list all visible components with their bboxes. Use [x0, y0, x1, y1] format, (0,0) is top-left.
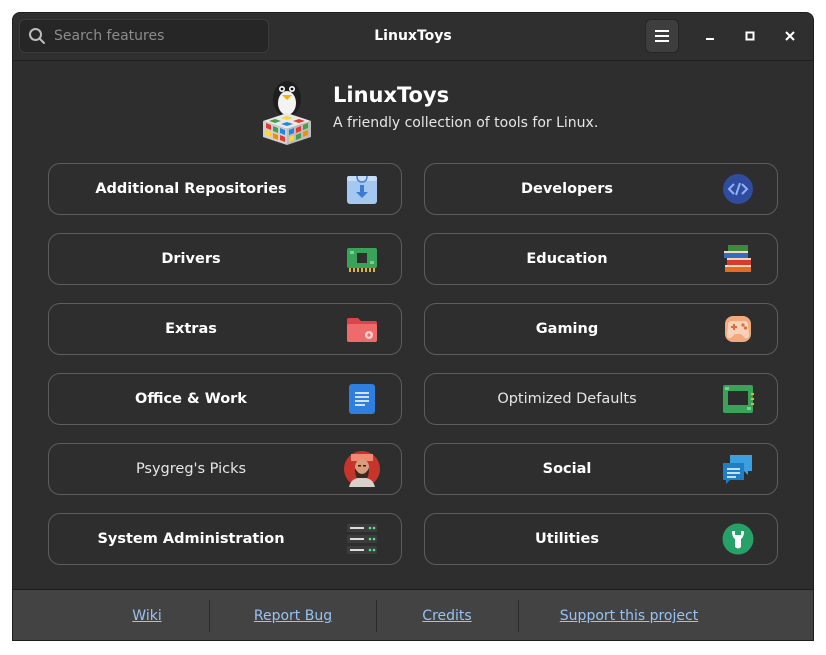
code-icon: [723, 174, 753, 204]
hero-subtitle: A friendly collection of tools for Linux…: [333, 115, 599, 131]
chip-icon: [723, 385, 754, 413]
category-developers[interactable]: Developers: [424, 163, 778, 215]
category-additional-repositories[interactable]: Additional Repositories: [48, 163, 402, 215]
main-menu-button[interactable]: [645, 19, 679, 53]
category-label: System Administration: [97, 531, 285, 547]
footer-divider: [209, 600, 210, 632]
footer-divider: [376, 600, 377, 632]
report-bug-link[interactable]: Report Bug: [233, 590, 353, 640]
search-icon: [29, 28, 45, 44]
main-content: LinuxToys A friendly collection of tools…: [13, 61, 813, 589]
category-system-administration[interactable]: System Administration: [48, 513, 402, 565]
category-label: Utilities: [535, 531, 599, 547]
search-box[interactable]: [19, 19, 269, 53]
document-icon: [349, 384, 375, 414]
category-drivers[interactable]: Drivers: [48, 233, 402, 285]
category-optimized-defaults[interactable]: Optimized Defaults: [424, 373, 778, 425]
bearded-avatar-icon: [344, 451, 380, 487]
category-gaming[interactable]: Gaming: [424, 303, 778, 355]
credits-link[interactable]: Credits: [401, 590, 493, 640]
repository-bag-icon: [347, 175, 377, 204]
category-label: Developers: [520, 181, 614, 197]
category-label: Psygreg's Picks: [135, 461, 247, 477]
category-office-work[interactable]: Office & Work: [48, 373, 402, 425]
category-label: Office & Work: [135, 391, 247, 407]
server-rack-icon: [347, 524, 377, 554]
support-project-link[interactable]: Support this project: [543, 590, 715, 640]
minimize-button[interactable]: [697, 23, 723, 49]
wiki-link[interactable]: Wiki: [113, 590, 181, 640]
category-label: Drivers: [161, 251, 221, 267]
category-label: Additional Repositories: [95, 181, 287, 197]
circuit-board-icon: [347, 248, 377, 272]
category-extras[interactable]: Extras: [48, 303, 402, 355]
gamepad-icon: [725, 316, 751, 342]
chat-bubbles-icon: [723, 455, 752, 484]
category-psygregs-picks[interactable]: Psygreg's Picks: [48, 443, 402, 495]
hand-tool-icon: [722, 523, 754, 555]
folder-gear-icon: [347, 318, 377, 342]
category-label: Social: [542, 461, 592, 477]
maximize-icon: [745, 31, 755, 41]
category-social[interactable]: Social: [424, 443, 778, 495]
close-icon: [785, 31, 795, 41]
close-button[interactable]: [777, 23, 803, 49]
category-label: Education: [526, 251, 608, 267]
maximize-button[interactable]: [737, 23, 763, 49]
books-icon: [724, 245, 751, 272]
category-label: Extras: [165, 321, 217, 337]
linuxtoys-logo-icon: [263, 81, 311, 145]
hamburger-menu-icon: [655, 30, 669, 42]
search-input[interactable]: [52, 27, 268, 45]
footer-divider: [518, 600, 519, 632]
app-window: LinuxToys: [12, 12, 814, 641]
minimize-icon: [706, 38, 714, 40]
category-label: Gaming: [535, 321, 599, 337]
hero-title: LinuxToys: [333, 83, 450, 107]
footer-bar: Wiki Report Bug Credits Support this pro…: [13, 589, 813, 640]
category-label: Optimized Defaults: [497, 391, 637, 407]
header-bar: LinuxToys: [13, 13, 813, 61]
category-education[interactable]: Education: [424, 233, 778, 285]
category-utilities[interactable]: Utilities: [424, 513, 778, 565]
